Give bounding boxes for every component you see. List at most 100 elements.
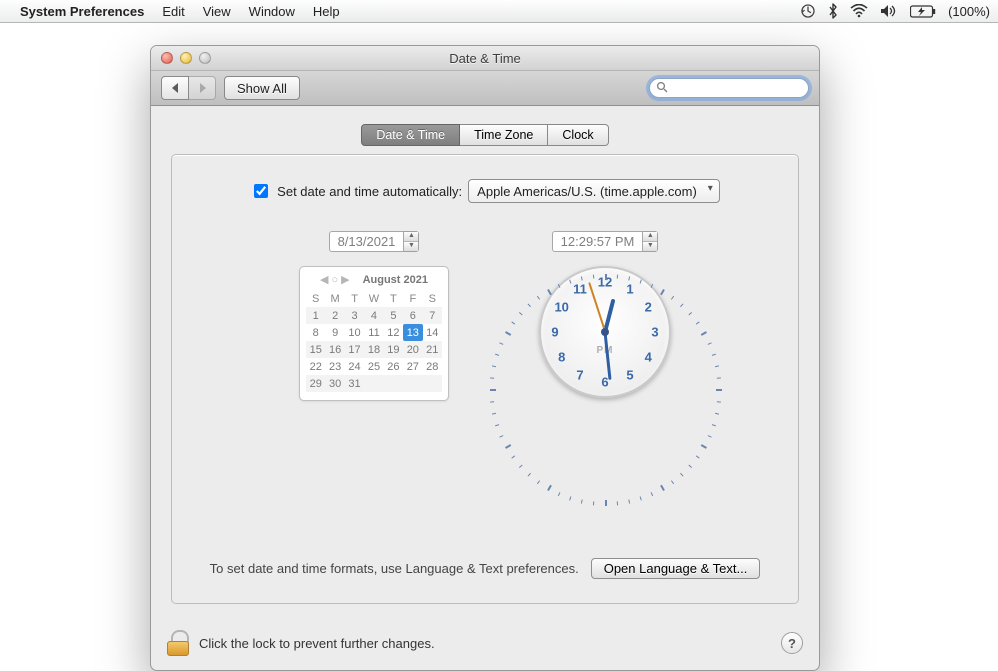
calendar-day[interactable]: 6 — [403, 307, 422, 324]
clock-numeral: 3 — [646, 325, 664, 340]
calendar-day — [384, 375, 403, 392]
stepper-up-icon[interactable]: ▲ — [643, 232, 657, 241]
calendar-day[interactable]: 16 — [325, 341, 344, 358]
clock-tick — [617, 501, 618, 505]
stepper-down-icon[interactable]: ▼ — [404, 241, 418, 251]
calendar-day[interactable]: 1 — [306, 307, 325, 324]
wifi-icon[interactable] — [850, 4, 868, 18]
clock-numeral: 4 — [639, 350, 657, 365]
window-titlebar[interactable]: Date & Time — [151, 46, 819, 71]
calendar-day[interactable]: 9 — [325, 324, 344, 341]
calendar-day[interactable]: 4 — [364, 307, 383, 324]
menu-window[interactable]: Window — [249, 4, 295, 19]
help-button[interactable]: ? — [781, 632, 803, 654]
clock-tick — [628, 499, 630, 503]
calendar-prev-icon[interactable]: ◀ — [320, 273, 327, 286]
volume-icon[interactable] — [880, 4, 898, 18]
stepper-down-icon[interactable]: ▼ — [643, 241, 657, 251]
clock-numeral: 10 — [553, 300, 571, 315]
clock-tick — [712, 424, 716, 426]
show-all-button[interactable]: Show All — [224, 76, 300, 100]
time-column: 12:29:57 PM ▲ ▼ 123456789101112 PM — [539, 231, 671, 398]
clock-tick — [505, 331, 511, 336]
clock-tick — [537, 296, 540, 300]
calendar-day[interactable]: 13 — [403, 324, 422, 341]
calendar-day[interactable]: 23 — [325, 358, 344, 375]
calendar-dow: M — [325, 290, 344, 307]
time-server-select[interactable]: Apple Americas/U.S. (time.apple.com) — [468, 179, 720, 203]
bluetooth-icon[interactable] — [828, 3, 838, 19]
calendar-day[interactable]: 29 — [306, 375, 325, 392]
analog-clock: 123456789101112 PM — [539, 266, 671, 398]
calendar-day[interactable]: 3 — [345, 307, 364, 324]
calendar-day[interactable]: 15 — [306, 341, 325, 358]
time-machine-icon[interactable] — [800, 3, 816, 19]
clock-tick — [490, 389, 496, 391]
calendar-day[interactable]: 7 — [423, 307, 442, 324]
settings-panel: Set date and time automatically: Apple A… — [171, 154, 799, 604]
calendar-day[interactable]: 26 — [384, 358, 403, 375]
forward-button[interactable] — [189, 76, 216, 100]
app-menu[interactable]: System Preferences — [20, 4, 144, 19]
clock-tick — [696, 321, 700, 324]
calendar-day — [403, 375, 422, 392]
calendar-day[interactable]: 27 — [403, 358, 422, 375]
calendar-day[interactable]: 8 — [306, 324, 325, 341]
lock-icon[interactable] — [167, 630, 189, 656]
clock-pin — [601, 328, 609, 336]
calendar-day[interactable]: 24 — [345, 358, 364, 375]
tab-time-zone[interactable]: Time Zone — [460, 124, 548, 146]
calendar-day[interactable]: 21 — [423, 341, 442, 358]
minimize-window-button[interactable] — [180, 52, 192, 64]
time-stepper[interactable]: ▲ ▼ — [643, 231, 658, 252]
open-language-text-button[interactable]: Open Language & Text... — [591, 558, 761, 579]
calendar-day[interactable]: 2 — [325, 307, 344, 324]
calendar-day[interactable]: 12 — [384, 324, 403, 341]
calendar-day[interactable]: 22 — [306, 358, 325, 375]
tab-date-time[interactable]: Date & Time — [361, 124, 460, 146]
calendar-day[interactable]: 19 — [384, 341, 403, 358]
calendar-day[interactable]: 5 — [384, 307, 403, 324]
search-input[interactable] — [672, 80, 802, 96]
tab-clock[interactable]: Clock — [548, 124, 608, 146]
calendar-dow: F — [403, 290, 422, 307]
close-window-button[interactable] — [161, 52, 173, 64]
clock-tick — [581, 499, 583, 503]
calendar-dow: S — [306, 290, 325, 307]
calendar-dow: T — [345, 290, 364, 307]
clock-tick — [680, 303, 683, 307]
clock-numeral: 8 — [553, 350, 571, 365]
calendar-day — [364, 375, 383, 392]
calendar-day[interactable]: 18 — [364, 341, 383, 358]
time-field[interactable]: 12:29:57 PM — [552, 231, 644, 252]
stepper-up-icon[interactable]: ▲ — [404, 232, 418, 241]
calendar-day[interactable]: 10 — [345, 324, 364, 341]
clock-tick — [569, 280, 571, 284]
date-stepper[interactable]: ▲ ▼ — [404, 231, 419, 252]
clock-tick — [617, 275, 618, 279]
prefs-window: Date & Time Show All Date & Time Time Zo… — [150, 45, 820, 671]
calendar-widget[interactable]: ◀ ○ ▶ August 2021 SMTWTFS 12345678910111… — [299, 266, 449, 401]
calendar-day[interactable]: 20 — [403, 341, 422, 358]
calendar-next-icon[interactable]: ▶ — [341, 273, 348, 286]
clock-numeral: 9 — [546, 325, 564, 340]
menu-view[interactable]: View — [203, 4, 231, 19]
calendar-day[interactable]: 14 — [423, 324, 442, 341]
back-button[interactable] — [161, 76, 189, 100]
battery-icon[interactable] — [910, 5, 936, 18]
auto-datetime-checkbox[interactable] — [254, 184, 268, 198]
menu-edit[interactable]: Edit — [162, 4, 184, 19]
calendar-day[interactable]: 31 — [345, 375, 364, 392]
calendar-day[interactable]: 25 — [364, 358, 383, 375]
date-field[interactable]: 8/13/2021 — [329, 231, 405, 252]
search-field[interactable] — [649, 78, 809, 98]
calendar-day[interactable]: 11 — [364, 324, 383, 341]
calendar-day[interactable]: 28 — [423, 358, 442, 375]
clock-tick — [528, 303, 531, 307]
calendar-day[interactable]: 30 — [325, 375, 344, 392]
calendar-today-icon[interactable]: ○ — [331, 274, 337, 286]
menu-help[interactable]: Help — [313, 4, 340, 19]
clock-tick — [499, 342, 503, 345]
clock-tick — [547, 485, 552, 491]
calendar-day[interactable]: 17 — [345, 341, 364, 358]
